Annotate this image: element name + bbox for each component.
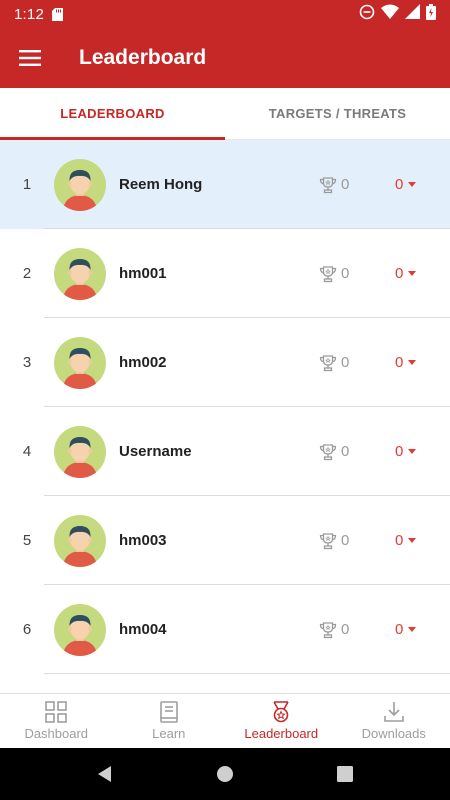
avatar bbox=[54, 603, 106, 656]
rank-change-dropdown[interactable]: 0 bbox=[395, 265, 417, 282]
tab-targets-threats[interactable]: TARGETS / THREATS bbox=[225, 88, 450, 139]
score: 0 bbox=[319, 354, 389, 372]
score-value: 0 bbox=[341, 176, 350, 193]
rank-change-dropdown[interactable]: 0 bbox=[395, 621, 417, 638]
rank-number: 3 bbox=[22, 354, 32, 371]
caret-down-icon bbox=[408, 627, 417, 632]
rank-change-value: 0 bbox=[395, 354, 404, 371]
nav-dashboard[interactable]: Dashboard bbox=[0, 694, 113, 748]
score-value: 0 bbox=[341, 443, 350, 460]
app-bar: Leaderboard bbox=[0, 28, 450, 88]
leaderboard-list[interactable]: 1 Reem Hong 0 0 2 hm001 0 0 3 hm002 0 0 4 Username 0 0 5… bbox=[0, 140, 450, 693]
score-value: 0 bbox=[341, 532, 350, 549]
nav-downloads[interactable]: Downloads bbox=[338, 694, 450, 748]
rank-number: 5 bbox=[22, 532, 32, 549]
leaderboard-row-partial bbox=[0, 674, 450, 693]
page-title: Leaderboard bbox=[79, 46, 207, 69]
leaderboard-row[interactable]: 6 hm004 0 0 bbox=[0, 585, 450, 674]
nav-leaderboard[interactable]: Leaderboard bbox=[225, 694, 338, 748]
rank-change-dropdown[interactable]: 0 bbox=[395, 354, 417, 371]
rank-change-dropdown[interactable]: 0 bbox=[395, 176, 417, 193]
caret-down-icon bbox=[408, 449, 417, 454]
score-value: 0 bbox=[341, 265, 350, 282]
status-icons bbox=[359, 3, 436, 25]
avatar bbox=[54, 336, 106, 389]
back-triangle-icon bbox=[98, 766, 111, 782]
avatar bbox=[54, 425, 106, 478]
score: 0 bbox=[319, 532, 389, 550]
rank-number: 1 bbox=[22, 176, 32, 193]
battery-icon bbox=[426, 3, 436, 25]
score-value: 0 bbox=[341, 621, 350, 638]
rank-number: 6 bbox=[22, 621, 32, 638]
caret-down-icon bbox=[408, 271, 417, 276]
trophy-icon bbox=[319, 532, 341, 550]
username: hm001 bbox=[119, 265, 167, 282]
rank-number: 4 bbox=[22, 443, 32, 460]
username: Username bbox=[119, 443, 192, 460]
recents-button[interactable] bbox=[285, 766, 405, 782]
rank-change-value: 0 bbox=[395, 265, 404, 282]
nav-learn[interactable]: Learn bbox=[113, 694, 226, 748]
score: 0 bbox=[319, 265, 389, 283]
caret-down-icon bbox=[408, 360, 417, 365]
status-time: 1:12 bbox=[14, 5, 44, 23]
signal-icon bbox=[405, 4, 420, 24]
rank-change-dropdown[interactable]: 0 bbox=[395, 443, 417, 460]
rank-change-value: 0 bbox=[395, 621, 404, 638]
username: hm004 bbox=[119, 621, 167, 638]
leaderboard-row[interactable]: 3 hm002 0 0 bbox=[0, 318, 450, 407]
rank-change-value: 0 bbox=[395, 176, 404, 193]
trophy-icon bbox=[319, 443, 341, 461]
menu-button[interactable] bbox=[0, 28, 60, 88]
hamburger-menu-icon bbox=[19, 50, 41, 66]
dashboard-grid-icon bbox=[45, 701, 68, 723]
tab-bar: LEADERBOARD TARGETS / THREATS bbox=[0, 88, 450, 140]
username: hm002 bbox=[119, 354, 167, 371]
medal-icon bbox=[273, 701, 289, 723]
avatar bbox=[54, 158, 106, 211]
wifi-icon bbox=[381, 4, 399, 24]
download-icon bbox=[383, 702, 404, 722]
score: 0 bbox=[319, 176, 389, 194]
rank-change-value: 0 bbox=[395, 443, 404, 460]
book-icon bbox=[159, 701, 178, 723]
caret-down-icon bbox=[408, 182, 417, 187]
username: hm003 bbox=[119, 532, 167, 549]
caret-down-icon bbox=[408, 538, 417, 543]
score: 0 bbox=[319, 621, 389, 639]
do-not-disturb-icon bbox=[359, 4, 375, 25]
recents-square-icon bbox=[337, 766, 353, 782]
trophy-icon bbox=[319, 265, 341, 283]
nav-leaderboard-label: Leaderboard bbox=[244, 726, 319, 741]
back-button[interactable] bbox=[45, 765, 165, 783]
leaderboard-row[interactable]: 2 hm001 0 0 bbox=[0, 229, 450, 318]
tab-leaderboard[interactable]: LEADERBOARD bbox=[0, 88, 225, 140]
leaderboard-row[interactable]: 4 Username 0 0 bbox=[0, 407, 450, 496]
trophy-icon bbox=[319, 354, 341, 372]
leaderboard-row[interactable]: 5 hm003 0 0 bbox=[0, 496, 450, 585]
home-circle-icon bbox=[217, 766, 233, 782]
bottom-navigation: Dashboard Learn Leaderboard Downloads bbox=[0, 693, 450, 748]
nav-learn-label: Learn bbox=[152, 726, 186, 741]
leaderboard-row[interactable]: 1 Reem Hong 0 0 bbox=[0, 140, 450, 229]
nav-dashboard-label: Dashboard bbox=[24, 726, 89, 741]
home-button[interactable] bbox=[165, 765, 285, 783]
rank-change-dropdown[interactable]: 0 bbox=[395, 532, 417, 549]
username: Reem Hong bbox=[119, 176, 203, 193]
rank-change-value: 0 bbox=[395, 532, 404, 549]
avatar bbox=[54, 247, 106, 300]
avatar bbox=[54, 514, 106, 567]
rank-number: 2 bbox=[22, 265, 32, 282]
trophy-icon bbox=[319, 176, 341, 194]
score: 0 bbox=[319, 443, 389, 461]
status-bar: 1:12 bbox=[0, 0, 450, 28]
trophy-icon bbox=[319, 621, 341, 639]
nav-downloads-label: Downloads bbox=[361, 726, 426, 741]
sd-card-icon bbox=[52, 7, 63, 21]
system-navigation-bar bbox=[0, 748, 450, 800]
score-value: 0 bbox=[341, 354, 350, 371]
